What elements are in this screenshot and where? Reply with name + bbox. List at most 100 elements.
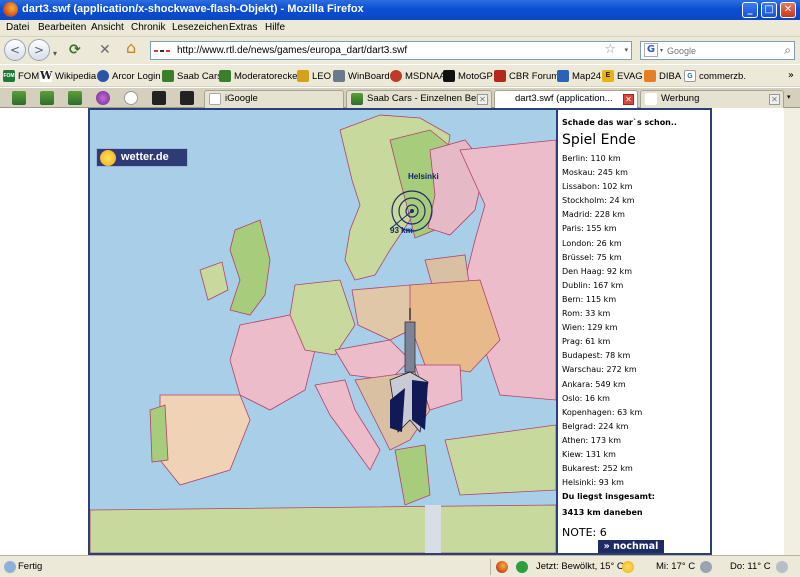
window-title: dart3.swf (application/x-shockwave-flash…: [22, 3, 364, 15]
commerzbank-icon: G: [684, 70, 696, 82]
url-dropdown-icon[interactable]: ▾: [624, 46, 628, 54]
bookmark-commerzbank[interactable]: G commerzb.: [684, 69, 746, 83]
arcor-icon: [97, 70, 109, 82]
bookmark-label: EVAG: [617, 70, 643, 82]
pinned-bookmark-icon[interactable]: [40, 91, 54, 105]
forward-button[interactable]: >: [28, 39, 50, 61]
bookmark-wikipedia[interactable]: W Wikipedia: [40, 69, 96, 83]
search-engine-dropdown-icon[interactable]: ▾: [660, 47, 663, 54]
tab-label: iGoogle: [225, 93, 258, 104]
menu-extras[interactable]: Extras: [229, 22, 257, 33]
forum-icon: [219, 70, 231, 82]
rain-cloud-icon: [700, 561, 712, 573]
list-item: Moskau: 245 km: [562, 168, 628, 178]
bookmark-arcor-login[interactable]: Arcor Login: [97, 69, 161, 83]
bookmark-diba[interactable]: DIBA: [644, 69, 681, 83]
close-tab-icon[interactable]: ✕: [623, 94, 634, 105]
bookmark-label: Map24: [572, 70, 602, 82]
bookmark-evag[interactable]: E EVAG: [602, 69, 643, 83]
tab-label: dart3.swf (application...: [515, 93, 613, 104]
reload-icon[interactable]: ⟳: [69, 41, 81, 59]
list-item: Bern: 115 km: [562, 294, 617, 304]
firefox-icon[interactable]: [496, 561, 508, 573]
list-item: Wien: 129 km: [562, 323, 618, 333]
tab-dart3-swf[interactable]: dart3.swf (application... ✕: [494, 90, 638, 108]
bookmark-saab-cars[interactable]: Saab Cars: [162, 69, 222, 83]
bookmark-star-icon[interactable]: ☆: [604, 42, 616, 57]
tab-igoogle[interactable]: iGoogle: [204, 90, 344, 108]
saab-icon: [162, 70, 174, 82]
maximize-button[interactable]: □: [761, 2, 777, 18]
divider: [490, 559, 491, 575]
grade-label: NOTE: 6: [562, 526, 607, 539]
pinned-bookmark-icon[interactable]: [68, 91, 82, 105]
play-again-button[interactable]: » nochmal: [598, 540, 664, 553]
weather-wednesday[interactable]: Mi: 17° C: [656, 561, 695, 572]
stop-icon[interactable]: ✕: [99, 41, 111, 59]
map24-icon: [557, 70, 569, 82]
list-item: Rom: 33 km: [562, 309, 611, 319]
bookmark-map24[interactable]: Map24: [557, 69, 601, 83]
menu-chronik[interactable]: Chronik: [131, 22, 165, 33]
search-engine-icon[interactable]: G: [644, 43, 658, 57]
distance-label: 93 km: [390, 226, 413, 235]
bookmark-moderatorecke[interactable]: Moderatorecke: [219, 69, 297, 83]
home-icon[interactable]: ⌂: [126, 39, 136, 57]
list-item: Bukarest: 252 km: [562, 464, 633, 474]
list-item: Brüssel: 75 km: [562, 252, 622, 262]
menu-hilfe[interactable]: Hilfe: [265, 22, 285, 33]
europe-map[interactable]: [90, 110, 556, 553]
bookmark-label: LEO: [312, 70, 332, 82]
bookmarks-overflow-icon[interactable]: »: [788, 70, 794, 81]
close-tab-icon[interactable]: ✕: [477, 94, 488, 105]
url-text[interactable]: http://www.rtl.de/news/games/europa_dart…: [177, 45, 407, 56]
back-button[interactable]: <: [4, 39, 26, 61]
weather-thursday[interactable]: Do: 11° C: [730, 561, 771, 572]
search-bar[interactable]: G ▾ ⌕: [640, 41, 795, 60]
bookmark-winboard[interactable]: WinBoard: [333, 69, 390, 83]
tab-bar: iGoogle Saab Cars - Einzelnen Beit... ✕ …: [0, 88, 800, 108]
wetter-de-logo[interactable]: wetter.de: [96, 148, 188, 167]
bookmark-cbr-forum[interactable]: CBR Forum: [494, 69, 559, 83]
list-item: Dublin: 167 km: [562, 280, 624, 290]
bookmark-fom[interactable]: FOM FOM: [3, 69, 39, 83]
status-bar: Fertig Jetzt: Bewölkt, 15° C Mi: 17° C D…: [0, 555, 800, 577]
motogp-icon[interactable]: [152, 91, 166, 105]
url-bar[interactable]: http://www.rtl.de/news/games/europa_dart…: [150, 41, 632, 60]
result-panel: Schade das war`s schon.. Spiel Ende Berl…: [556, 110, 710, 553]
pinned-bookmark-icon[interactable]: [12, 91, 26, 105]
menu-bearbeiten[interactable]: Bearbeiten: [38, 22, 86, 33]
flower-icon[interactable]: [96, 91, 110, 105]
menu-lesezeichen[interactable]: Lesezeichen: [172, 22, 228, 33]
history-dropdown-icon[interactable]: ▾: [53, 45, 57, 63]
close-button[interactable]: ✕: [780, 2, 796, 18]
wikipedia-icon: W: [40, 69, 53, 82]
menu-ansicht[interactable]: Ansicht: [91, 22, 124, 33]
at-sign-icon[interactable]: [124, 91, 138, 105]
result-list: Berlin: 110 km Moskau: 245 km Lissabon: …: [562, 154, 642, 492]
motogp-icon[interactable]: [180, 91, 194, 105]
list-item: London: 26 km: [562, 238, 622, 248]
tab-list-icon[interactable]: ▾: [787, 93, 791, 101]
search-input[interactable]: [667, 44, 767, 57]
search-icon[interactable]: ⌕: [784, 43, 791, 58]
page-scrollbar[interactable]: [784, 108, 800, 555]
bookmark-msdnaa[interactable]: MSDNAA: [390, 69, 446, 83]
minimize-button[interactable]: _: [742, 2, 758, 18]
flash-game[interactable]: wetter.de Helsinki 93 km Schade das war`…: [88, 108, 712, 555]
diba-icon: [644, 70, 656, 82]
menu-datei[interactable]: Datei: [6, 22, 29, 33]
winboard-icon: [333, 70, 345, 82]
status-ok-icon[interactable]: [516, 561, 528, 573]
tab-saab-cars[interactable]: Saab Cars - Einzelnen Beit... ✕: [346, 90, 492, 108]
total-label: Du liegst insgesamt:: [562, 492, 655, 501]
bookmark-leo[interactable]: LEO: [297, 69, 331, 83]
page-content: wetter.de Helsinki 93 km Schade das war`…: [0, 108, 800, 555]
bookmark-label: commerzb.: [699, 70, 746, 82]
bookmark-motogp[interactable]: MotoGP: [443, 69, 493, 83]
tab-label: Werbung: [661, 93, 700, 104]
tab-werbung[interactable]: Werbung ✕: [640, 90, 784, 108]
close-tab-icon[interactable]: ✕: [769, 94, 780, 105]
bookmark-label: Arcor Login: [112, 70, 161, 82]
weather-now[interactable]: Jetzt: Bewölkt, 15° C: [536, 561, 624, 572]
